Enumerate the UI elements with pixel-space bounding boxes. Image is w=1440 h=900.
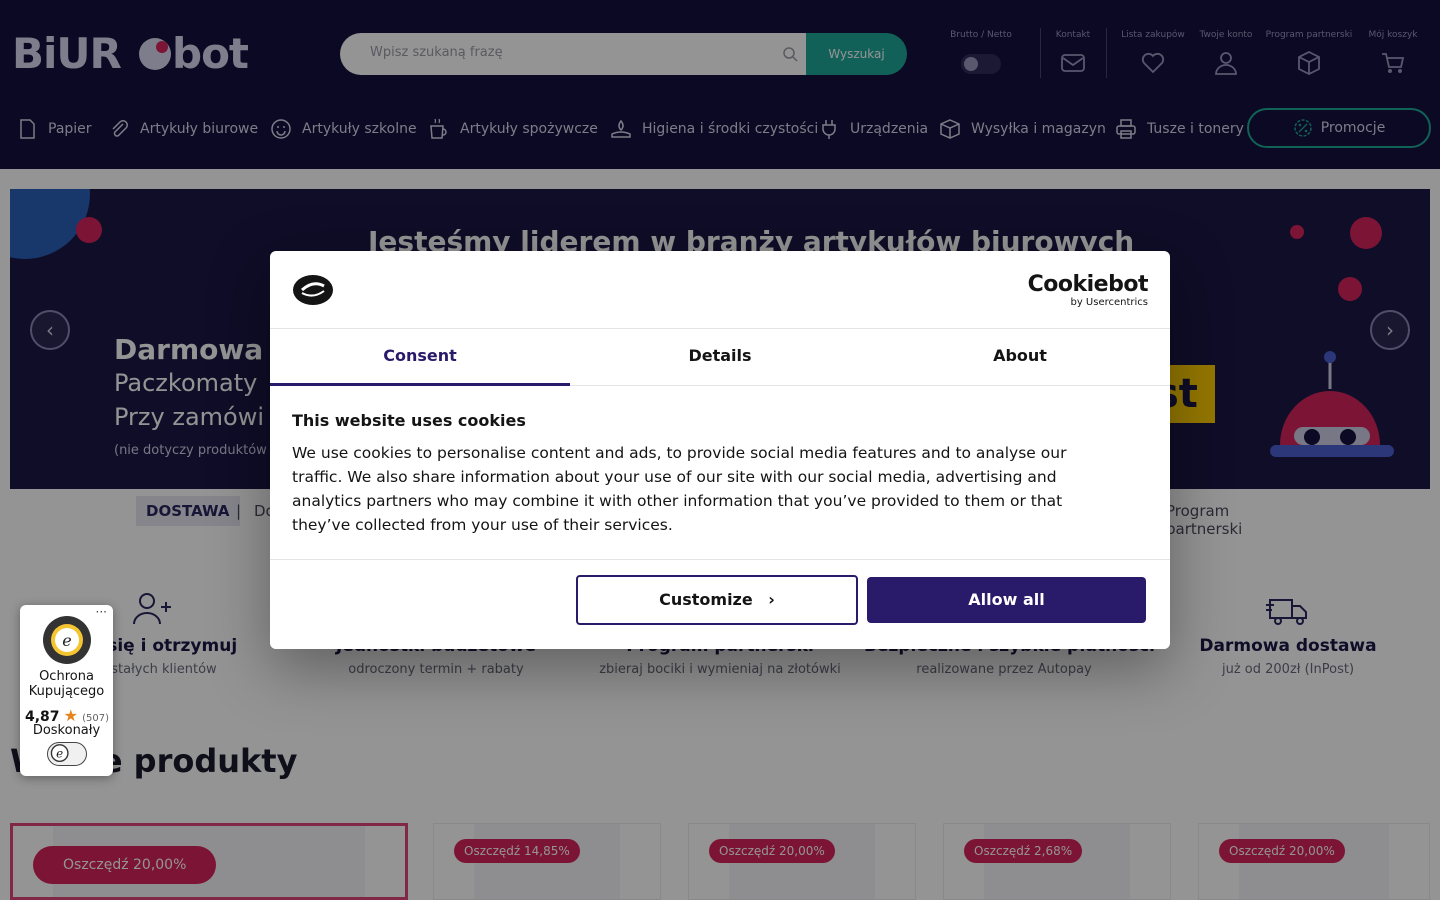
trusted-verdict: Doskonały	[32, 723, 101, 738]
trusted-shops-mini-logo-icon[interactable]: e	[47, 742, 87, 766]
cookiebot-brand[interactable]: Cookiebot by Usercentrics	[1027, 272, 1149, 309]
more-options-icon[interactable]: ···	[96, 605, 107, 619]
svg-text:e: e	[62, 631, 71, 650]
customize-label: Customize	[659, 590, 753, 609]
cookie-description: We use cookies to personalise content an…	[292, 444, 1067, 534]
cookie-heading: This website uses cookies	[292, 411, 526, 430]
tab-consent[interactable]: Consent	[270, 329, 570, 386]
chevron-right-icon: ›	[768, 590, 775, 609]
allow-all-button[interactable]: Allow all	[867, 577, 1146, 623]
cookie-consent-dialog: Cookiebot by Usercentrics Consent Detail…	[270, 251, 1170, 649]
svg-text:e: e	[56, 747, 63, 761]
trusted-title: Ochrona Kupującego	[28, 669, 105, 699]
cookie-logo-icon	[293, 275, 333, 305]
trusted-shops-badge[interactable]: ··· e Ochrona Kupującego 4,87 ★ (507) Do…	[20, 605, 113, 776]
tab-details[interactable]: Details	[570, 329, 870, 386]
divider	[270, 559, 1170, 560]
cookie-tabs: Consent Details About	[270, 328, 1170, 386]
tab-about[interactable]: About	[870, 329, 1170, 386]
cookiebot-sub: by Usercentrics	[1070, 297, 1148, 308]
cookiebot-name: Cookiebot	[1027, 272, 1149, 297]
customize-button[interactable]: Customize ›	[576, 575, 858, 625]
trusted-shops-seal-icon: e	[43, 616, 91, 664]
